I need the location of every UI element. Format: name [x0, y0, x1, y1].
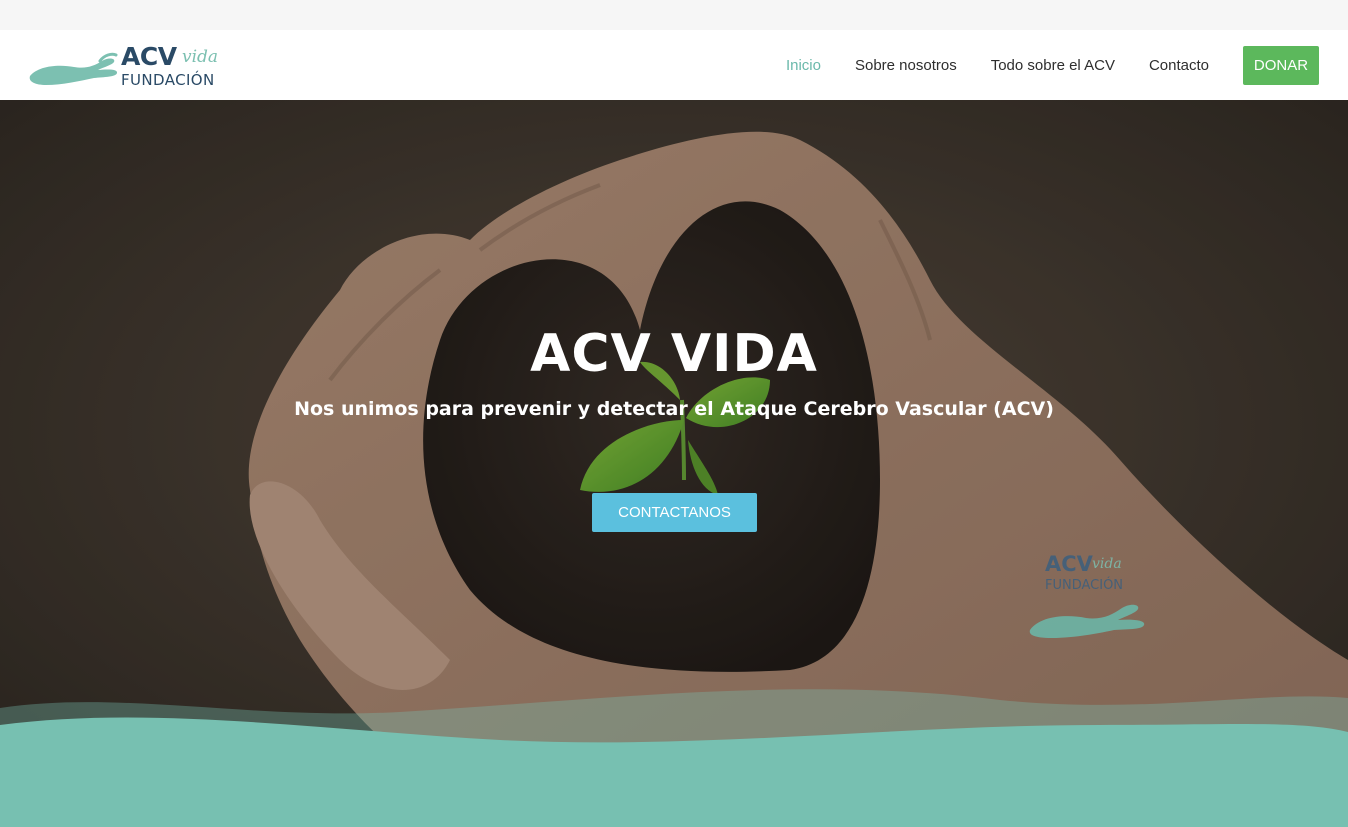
watermark-fundacion-text: FUNDACIÓN: [1045, 578, 1124, 593]
hand-logo-icon: [29, 52, 118, 85]
nav-item-contacto[interactable]: Contacto: [1149, 57, 1209, 74]
top-strip: [0, 0, 1348, 30]
nav-item-todo-sobre-acv[interactable]: Todo sobre el ACV: [991, 57, 1115, 74]
nav-item-sobre-nosotros[interactable]: Sobre nosotros: [855, 57, 957, 74]
main-nav: Inicio Sobre nosotros Todo sobre el ACV …: [786, 46, 1319, 85]
watermark-logo: ACV vida FUNDACIÓN: [1028, 552, 1158, 647]
logo-vida-text: vida: [182, 47, 219, 67]
watermark-acv-text: ACV: [1045, 552, 1093, 576]
logo-acv-text: ACV: [121, 42, 177, 71]
watermark-vida-text: vida: [1092, 556, 1122, 572]
contact-cta-button[interactable]: CONTACTANOS: [592, 493, 757, 532]
hero-background-image: [0, 100, 1348, 827]
logo-fundacion-text: FUNDACIÓN: [121, 71, 215, 89]
hero-title: ACV VIDA: [530, 324, 818, 384]
hero-section: ACV VIDA Nos unimos para prevenir y dete…: [0, 100, 1348, 827]
navbar: ACV vida FUNDACIÓN Inicio Sobre nosotros…: [0, 30, 1348, 100]
watermark-hand-icon: [1029, 604, 1145, 638]
hero-subtitle: Nos unimos para prevenir y detectar el A…: [294, 398, 1054, 420]
logo[interactable]: ACV vida FUNDACIÓN: [28, 42, 218, 90]
donate-button[interactable]: DONAR: [1243, 46, 1319, 85]
nav-item-inicio[interactable]: Inicio: [786, 57, 821, 74]
